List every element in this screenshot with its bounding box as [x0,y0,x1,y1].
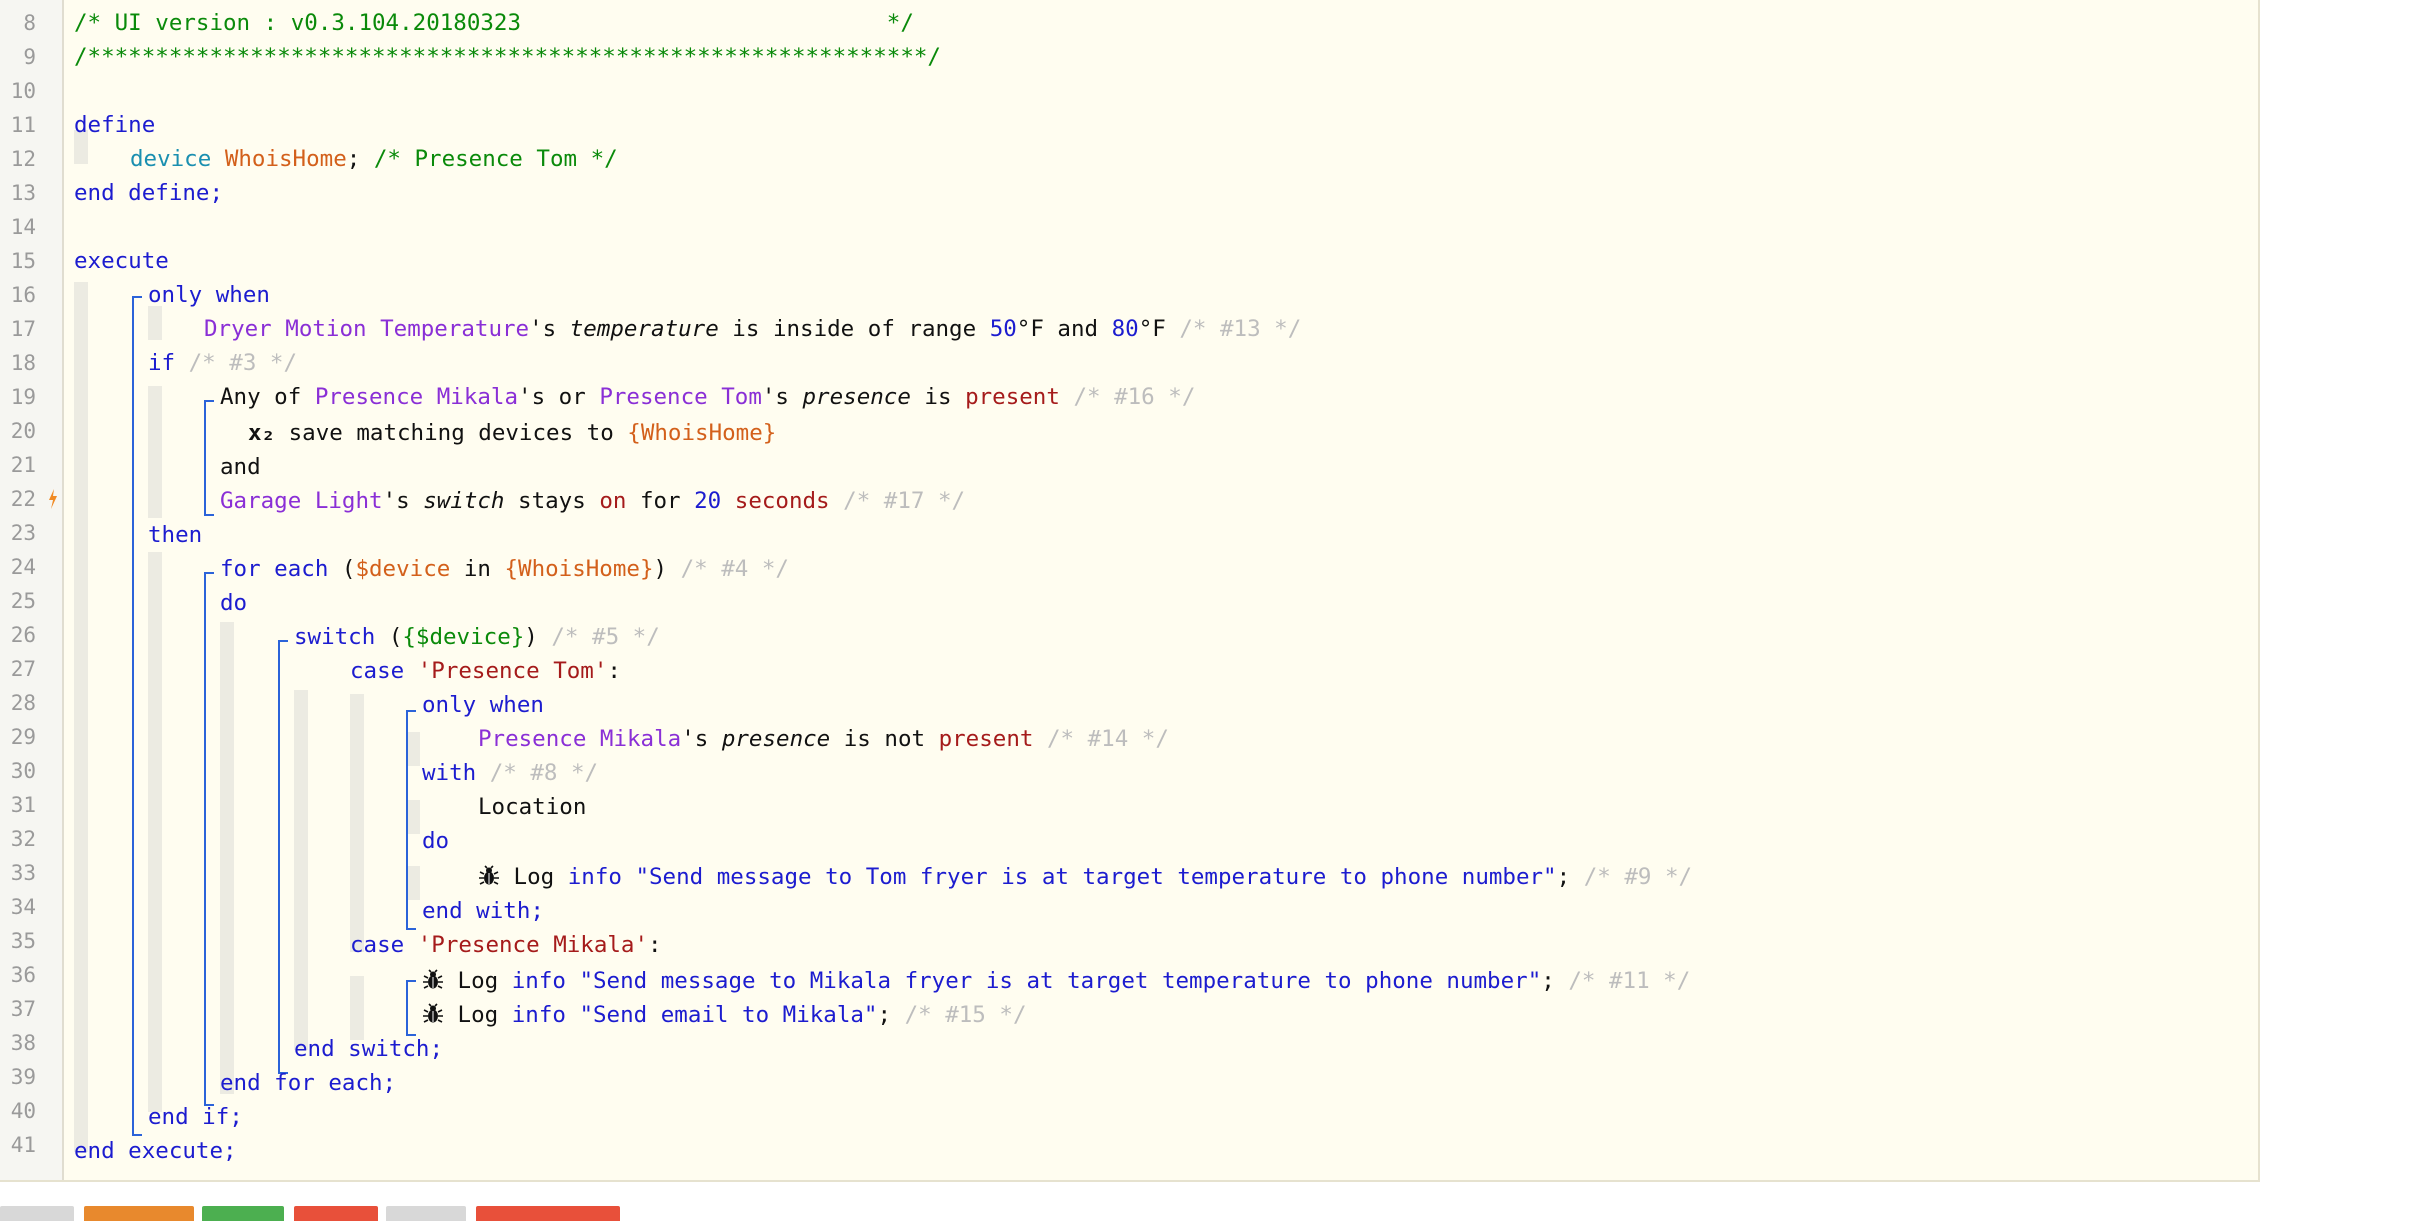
line-number: 12 [10,147,36,171]
line-number: 16 [10,283,36,307]
code-line-16[interactable]: only when [148,278,270,312]
toolbar-button-green[interactable] [202,1206,284,1221]
code-line-36[interactable]: Log info "Send message to Mikala fryer i… [422,964,1690,998]
toolbar-button-orange[interactable] [84,1206,194,1221]
bug-icon [423,1003,443,1023]
line-number: 9 [23,45,36,69]
indent-guide [350,976,364,1040]
bug-icon [423,969,443,989]
line-number: 29 [10,725,36,749]
line-number: 31 [10,793,36,817]
toolbar-button-red[interactable] [294,1206,378,1221]
indent-guide [350,694,364,952]
code-line-13[interactable]: end define; [74,176,223,210]
code-line-24[interactable]: for each ($device in {WhoisHome}) /* #4 … [220,552,789,586]
lightning-icon [48,489,58,509]
code-line-30[interactable]: with /* #8 */ [422,756,598,790]
code-line-31[interactable]: Location [478,790,586,824]
line-number: 25 [10,589,36,613]
line-number: 41 [10,1133,36,1157]
line-number: 39 [10,1065,36,1089]
line-number: 35 [10,929,36,953]
code-line-35[interactable]: case 'Presence Mikala': [350,928,662,962]
code-line-12[interactable]: device WhoisHome; /* Presence Tom */ [130,142,618,176]
code-line-34[interactable]: end with; [422,894,544,928]
code-line-8[interactable]: /* UI version : v0.3.104.20180323 */ [74,6,914,40]
line-number: 21 [10,453,36,477]
line-number: 23 [10,521,36,545]
line-number: 32 [10,827,36,851]
code-line-20[interactable]: x₂ save matching devices to {WhoisHome} [248,416,776,450]
code-line-37[interactable]: Log info "Send email to Mikala"; /* #15 … [422,998,1027,1032]
line-number: 38 [10,1031,36,1055]
bug-icon [479,865,499,885]
line-number: 33 [10,861,36,885]
indent-guide [148,552,162,1112]
code-line-38[interactable]: end switch; [294,1032,443,1066]
line-number: 17 [10,317,36,341]
line-number: 28 [10,691,36,715]
line-number-gutter: 8 9 10 11 12 13 14 15 16 17 18 19 20 21 22 23 24 25 26 27 28… [0,0,64,1180]
code-line-18[interactable]: if /* #3 */ [148,346,297,380]
code-line-11[interactable]: define [74,108,155,142]
code-line-32[interactable]: do [422,824,449,858]
multiply-icon: x₂ [248,420,276,446]
line-number: 24 [10,555,36,579]
code-line-15[interactable]: execute [74,244,169,278]
code-line-40[interactable]: end if; [148,1100,243,1134]
line-number: 13 [10,181,36,205]
line-number: 10 [10,79,36,103]
indent-guide [220,622,234,1094]
block-bracket-for-each [204,572,214,1106]
line-number: 37 [10,997,36,1021]
block-bracket-case-mikala [406,980,416,1036]
block-bracket-switch [278,640,288,1074]
line-number: 20 [10,419,36,443]
line-number: 15 [10,249,36,273]
block-bracket-conditions [204,400,214,516]
code-line-29[interactable]: Presence Mikala's presence is not presen… [478,722,1169,756]
line-number: 18 [10,351,36,375]
bottom-toolbar [0,1206,2410,1221]
line-number: 26 [10,623,36,647]
code-line-9[interactable]: /***************************************… [74,40,941,74]
code-editor[interactable]: 8 9 10 11 12 13 14 15 16 17 18 19 20 21 22 23 24 25 26 27 28… [0,0,2260,1182]
block-bracket-execute [132,296,142,1136]
line-number: 36 [10,963,36,987]
code-line-17[interactable]: Dryer Motion Temperature's temperature i… [204,312,1301,346]
line-number: 34 [10,895,36,919]
code-line-22[interactable]: Garage Light's switch stays on for 20 se… [220,484,965,518]
line-number: 19 [10,385,36,409]
code-line-33[interactable]: Log info "Send message to Tom fryer is a… [478,860,1692,894]
line-number: 27 [10,657,36,681]
code-line-25[interactable]: do [220,586,247,620]
line-number: 30 [10,759,36,783]
indent-guide [148,386,162,518]
toolbar-button-red-2[interactable] [476,1206,620,1221]
code-line-27[interactable]: case 'Presence Tom': [350,654,621,688]
line-number: 14 [10,215,36,239]
toolbar-button-grey-2[interactable] [386,1206,466,1221]
code-line-21[interactable]: and [220,450,261,484]
line-number: 40 [10,1099,36,1123]
code-line-23[interactable]: then [148,518,202,552]
code-line-19[interactable]: Any of Presence Mikala's or Presence Tom… [220,380,1195,414]
block-bracket-only-when [406,710,416,930]
line-number: 22 [10,487,36,511]
code-line-39[interactable]: end for each; [220,1066,396,1100]
indent-guide [294,690,308,1050]
code-line-41[interactable]: end execute; [74,1134,237,1168]
indent-guide [74,282,88,1152]
line-number: 8 [23,11,36,35]
toolbar-button-grey[interactable] [0,1206,74,1221]
line-number: 11 [10,113,36,137]
code-line-26[interactable]: switch ({$device}) /* #5 */ [294,620,660,654]
code-line-28[interactable]: only when [422,688,544,722]
